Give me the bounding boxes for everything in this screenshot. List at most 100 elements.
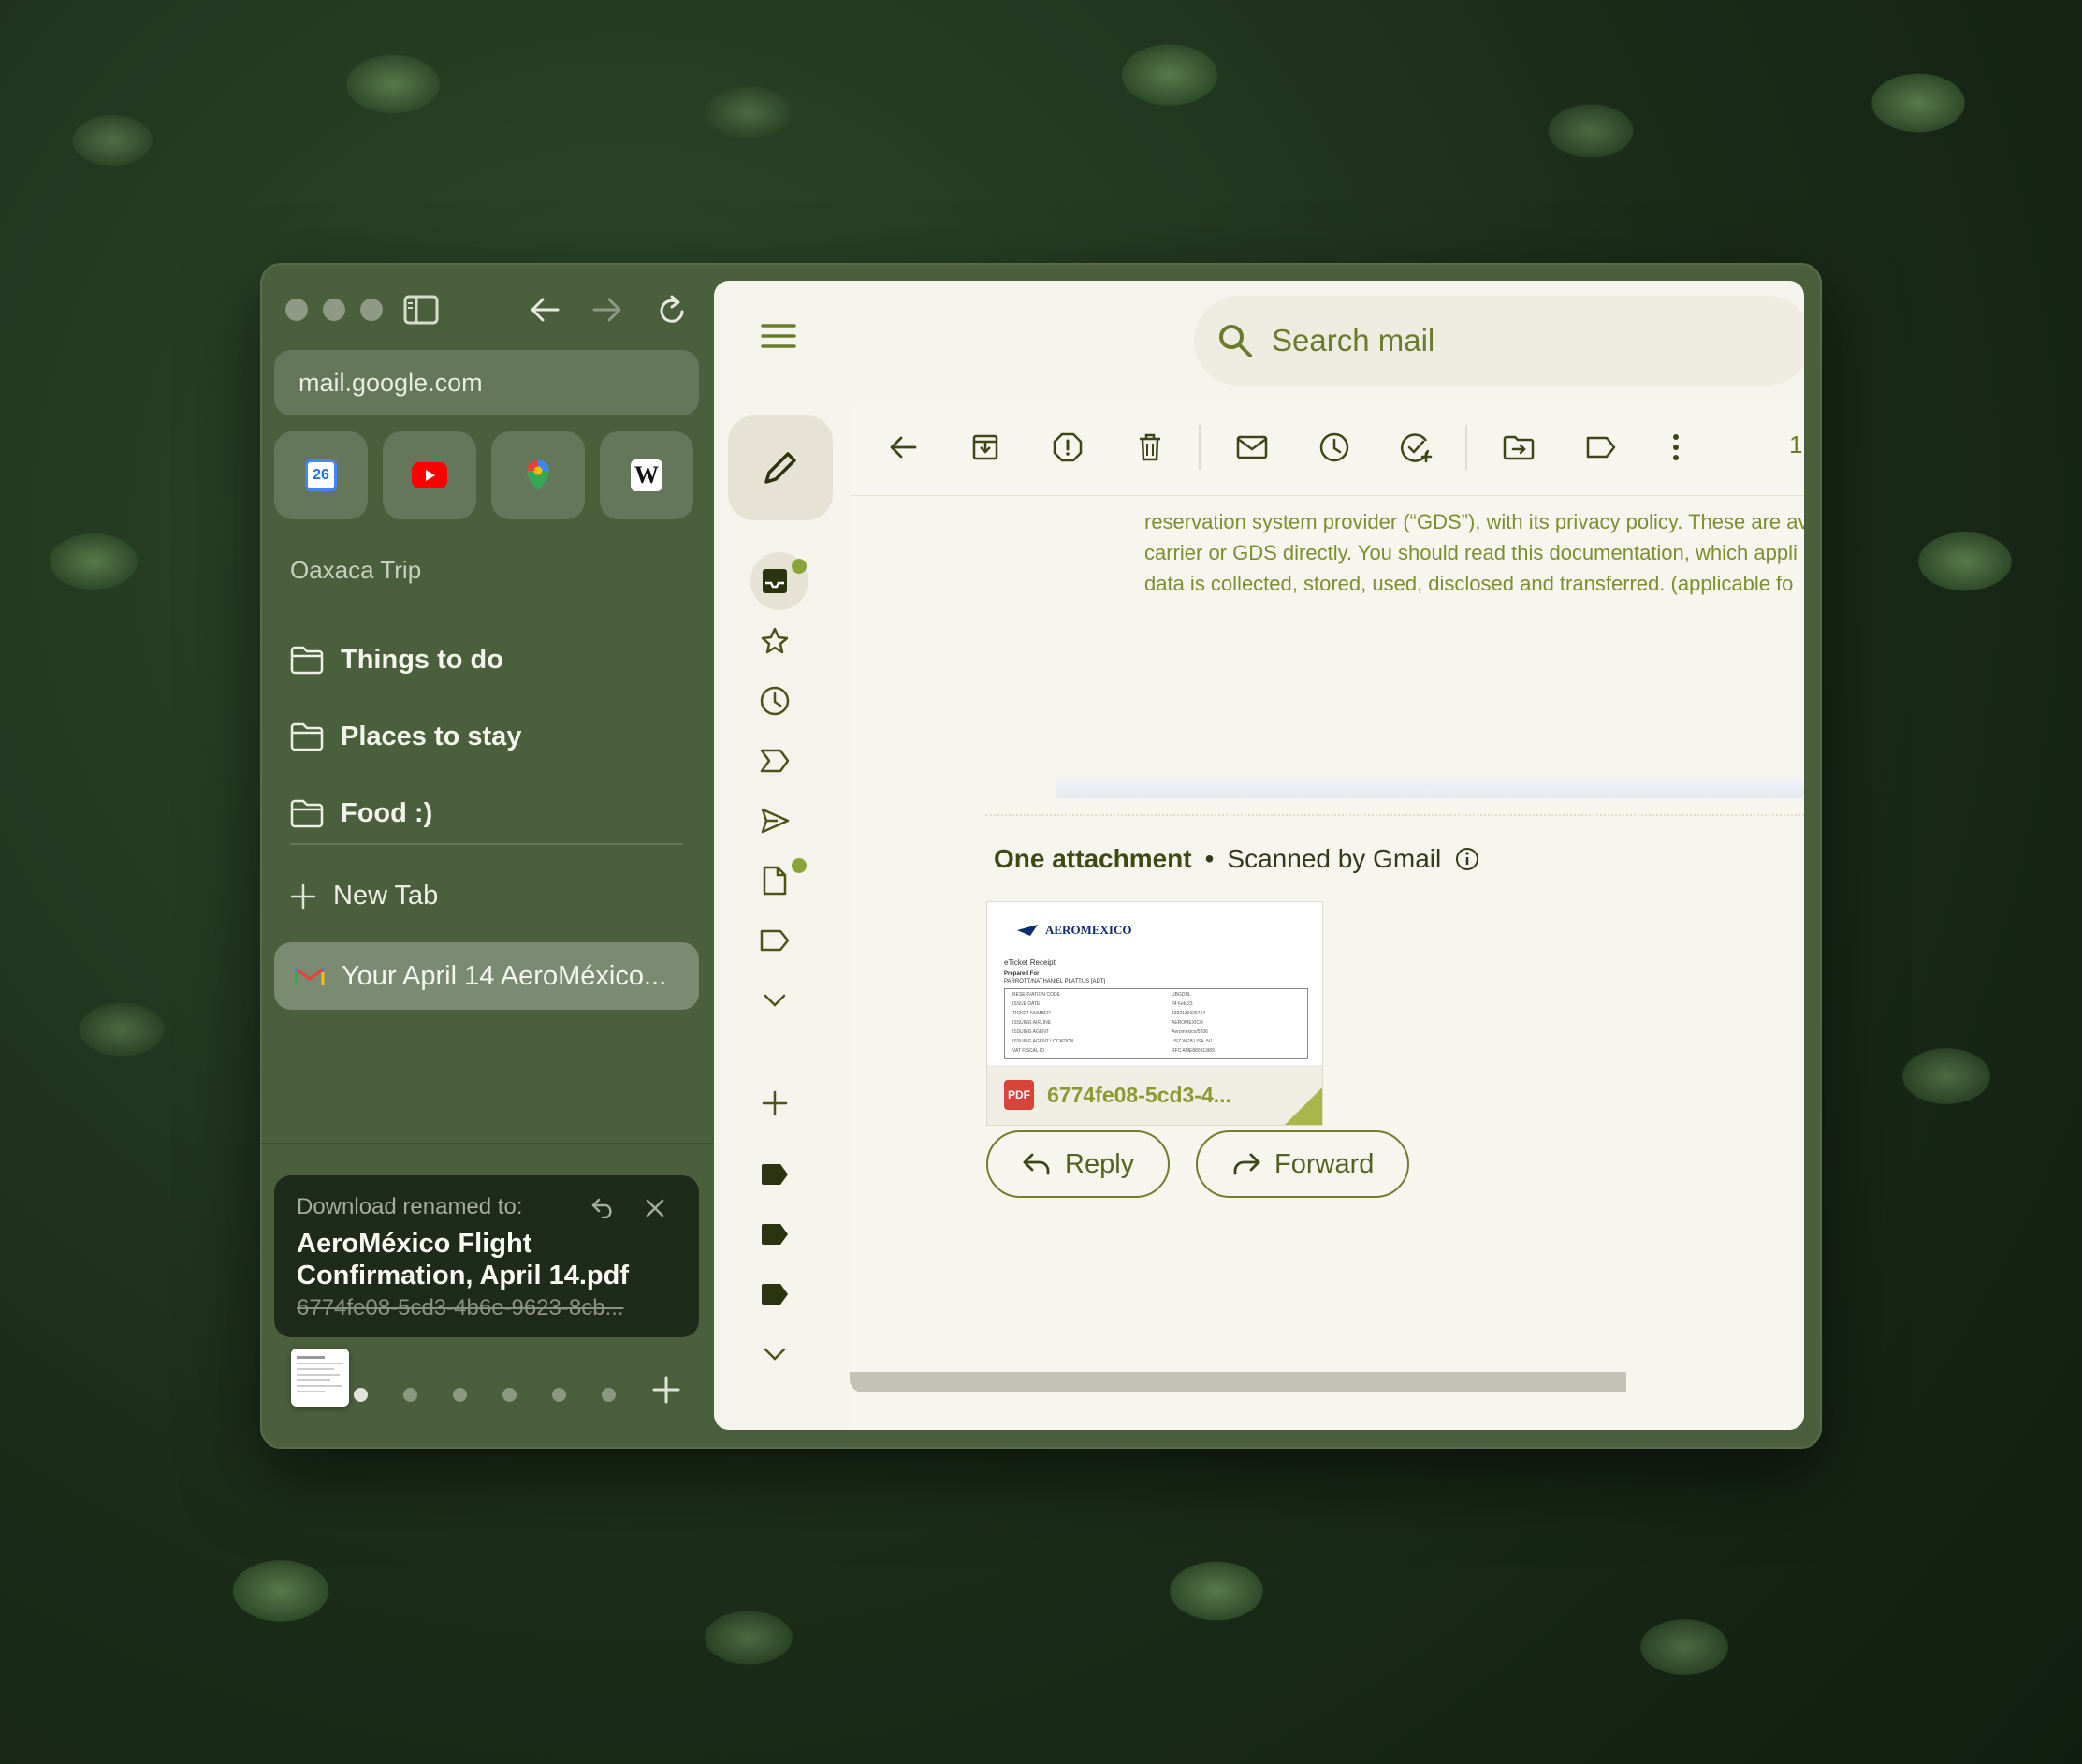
- favorite-wikipedia[interactable]: W: [600, 431, 693, 519]
- horizontal-scrollbar[interactable]: [850, 1372, 1626, 1392]
- search-bar[interactable]: Search mail: [1194, 296, 1804, 386]
- preview-table: RESERVATION CODE UBGDRL ISSUE DATE 24 Feb …: [1004, 988, 1308, 1059]
- url-text: mail.google.com: [298, 368, 483, 397]
- space-dot[interactable]: [502, 1388, 517, 1402]
- folder-icon: [290, 646, 324, 675]
- reply-label: Reply: [1065, 1148, 1135, 1179]
- space-dot[interactable]: [354, 1388, 368, 1402]
- scan-status: Scanned by Gmail: [1227, 844, 1442, 873]
- reply-button[interactable]: Reply: [986, 1130, 1171, 1198]
- preview-passenger: PARROTT/NATHANIEL PLATTUS [ADT]: [1004, 979, 1106, 984]
- hamburger-menu-icon[interactable]: [761, 323, 796, 354]
- preview-row: ISSUING AGENT LOCATION USZ WEB USA, NJ: [1012, 1039, 1213, 1044]
- chevron-down-icon[interactable]: [751, 977, 798, 1024]
- wikipedia-icon: W: [631, 459, 662, 491]
- chevron-down-icon[interactable]: [751, 1331, 798, 1378]
- plus-icon: [652, 1376, 680, 1404]
- body-line: data is collected, stored, used, disclos…: [1144, 572, 1794, 595]
- mark-unread-icon[interactable]: [1231, 427, 1273, 468]
- report-spam-icon[interactable]: [1047, 427, 1088, 468]
- download-thumbnail[interactable]: [291, 1349, 349, 1407]
- preview-row: ISSUING AIRLINE AEROMEXICO: [1012, 1020, 1203, 1026]
- star-icon[interactable]: [751, 618, 798, 664]
- important-icon[interactable]: [751, 737, 798, 784]
- tab-title: Your April 14 AeroMéxico...: [342, 960, 667, 991]
- body-line: carrier or GDS directly. You should read…: [1144, 541, 1798, 564]
- close-window-button[interactable]: [285, 299, 308, 321]
- address-bar[interactable]: mail.google.com: [274, 350, 699, 415]
- close-icon[interactable]: [639, 1192, 671, 1224]
- space-dot[interactable]: [453, 1388, 467, 1402]
- attachment-footer: PDF 6774fe08-5cd3-4...: [987, 1065, 1322, 1125]
- label-as-icon[interactable]: [1580, 427, 1622, 468]
- forward-label: Forward: [1274, 1148, 1375, 1179]
- preview-row: RESERVATION CODE UBGDRL: [1012, 992, 1191, 998]
- more-options-icon[interactable]: [1655, 427, 1696, 468]
- folder-icon: [290, 722, 324, 751]
- maps-icon: [522, 459, 554, 491]
- back-arrow-icon[interactable]: [526, 291, 563, 328]
- space-dot[interactable]: [602, 1388, 616, 1402]
- preview-row: ISSUE DATE 24 Feb 23: [1012, 1001, 1193, 1007]
- brand-name: AEROMEXICO: [1045, 923, 1132, 937]
- favorite-youtube[interactable]: [383, 431, 476, 519]
- new-tab-button[interactable]: New Tab: [290, 881, 438, 911]
- email-body-text: reservation system provider (“GDS”), wit…: [1144, 506, 1804, 599]
- space-title: Oaxaca Trip: [290, 556, 422, 584]
- space-dot[interactable]: [403, 1388, 417, 1402]
- page-fold: [1285, 1087, 1322, 1125]
- folder-places-to-stay[interactable]: Places to stay: [290, 713, 521, 760]
- label-filled-icon[interactable]: [751, 1271, 798, 1318]
- page-indicator: 1: [1789, 430, 1803, 459]
- attachment-filename: 6774fe08-5cd3-4...: [1047, 1082, 1231, 1107]
- favorite-calendar[interactable]: 26: [274, 431, 368, 519]
- snooze-icon[interactable]: [1314, 427, 1355, 468]
- forward-arrow-icon[interactable]: [589, 291, 626, 328]
- aeromexico-logo: AEROMEXICO: [1015, 923, 1131, 938]
- attachment-header: One attachment • Scanned by Gmail: [994, 844, 1480, 874]
- new-tab-label: New Tab: [333, 881, 439, 911]
- back-icon[interactable]: [882, 427, 924, 468]
- gmail-icon: [295, 967, 325, 985]
- undo-icon[interactable]: [588, 1192, 619, 1224]
- sidebar-toggle-icon[interactable]: [402, 291, 440, 328]
- folder-food[interactable]: Food :): [290, 790, 432, 837]
- attachment-card[interactable]: AEROMEXICO eTicket Receipt Prepared For …: [986, 901, 1323, 1126]
- archive-icon[interactable]: [965, 427, 1006, 468]
- email-image-edge: [1056, 778, 1804, 798]
- space-dot[interactable]: [552, 1388, 566, 1402]
- tab-gmail-aeromexico[interactable]: Your April 14 AeroMéxico...: [274, 942, 699, 1010]
- reload-icon[interactable]: [653, 291, 691, 328]
- calendar-icon: 26: [305, 459, 337, 491]
- send-icon[interactable]: [751, 797, 798, 844]
- zoom-window-button[interactable]: [360, 299, 383, 321]
- preview-row: VAT FISCAL ID RFC AME880913I89: [1012, 1048, 1215, 1054]
- delete-icon[interactable]: [1129, 427, 1171, 468]
- preview-row: TICKET NUMBER 1392136026714: [1012, 1011, 1206, 1016]
- preview-doc-title: eTicket Receipt: [1004, 958, 1056, 967]
- minimize-window-button[interactable]: [323, 299, 345, 321]
- clock-icon[interactable]: [751, 678, 798, 724]
- add-task-icon[interactable]: [1396, 427, 1437, 468]
- plus-icon[interactable]: [751, 1080, 798, 1127]
- move-to-icon[interactable]: [1498, 427, 1539, 468]
- download-rename-toast: Download renamed to: AeroMéxico Flight C…: [274, 1175, 699, 1337]
- browser-sidebar: mail.google.com 26 W Oaxaca Trip Things …: [260, 263, 714, 1449]
- folder-things-to-do[interactable]: Things to do: [290, 636, 503, 683]
- compose-button[interactable]: [728, 415, 833, 520]
- forward-button[interactable]: Forward: [1196, 1130, 1410, 1198]
- bullet: •: [1204, 844, 1215, 873]
- label-filled-icon[interactable]: [751, 1151, 798, 1198]
- drafts-dot: [792, 858, 807, 873]
- attachment-count: One attachment: [994, 844, 1192, 873]
- label-icon[interactable]: [751, 917, 798, 964]
- toolbar-divider: [1465, 425, 1467, 470]
- toast-new-filename: AeroMéxico Flight Confirmation, April 14…: [297, 1229, 629, 1290]
- search-icon: [1219, 325, 1252, 357]
- add-space-button[interactable]: [651, 1375, 681, 1409]
- favorite-maps[interactable]: [491, 431, 585, 519]
- unread-dot: [792, 559, 807, 574]
- info-icon[interactable]: [1454, 846, 1480, 872]
- gmail-page: Search mail 1 reservation system provide…: [714, 281, 1804, 1430]
- label-filled-icon[interactable]: [751, 1211, 798, 1258]
